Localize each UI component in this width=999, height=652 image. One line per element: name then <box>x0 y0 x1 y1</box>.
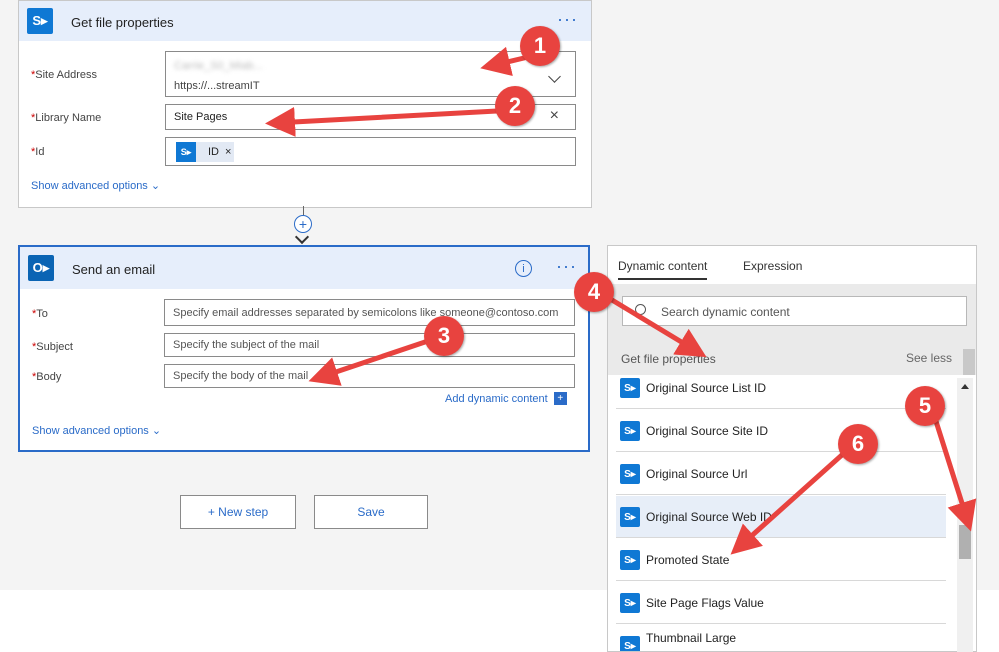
annotation-marker-3: 3 <box>424 316 464 356</box>
arrow-5 <box>931 412 977 532</box>
annotation-marker-2: 2 <box>495 86 535 126</box>
annotation-marker-5: 5 <box>905 386 945 426</box>
annotation-marker-6: 6 <box>838 424 878 464</box>
arrow-4 <box>609 297 707 358</box>
arrow-3 <box>308 339 428 386</box>
annotation-marker-1: 1 <box>520 26 560 66</box>
arrow-6 <box>730 451 846 555</box>
annotation-marker-4: 4 <box>574 272 614 312</box>
arrow-1 <box>480 46 527 77</box>
arrow-2 <box>265 106 500 137</box>
